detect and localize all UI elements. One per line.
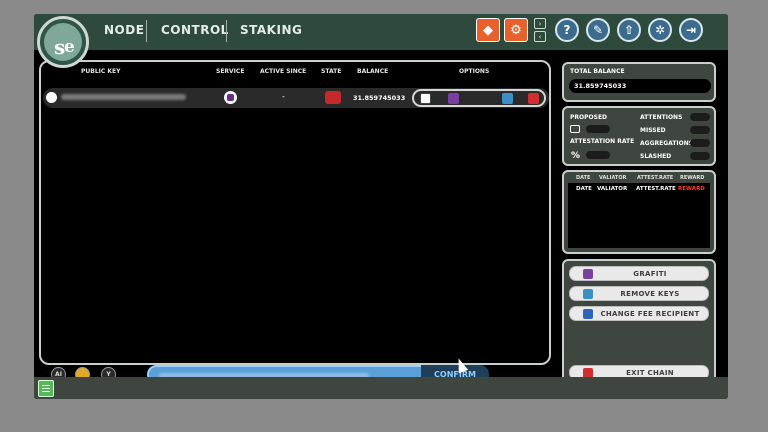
document-icon[interactable] (38, 380, 54, 397)
copy-icon[interactable] (420, 93, 431, 104)
total-balance-panel: TOTAL BALANCE 31.859745033 (562, 62, 716, 102)
exit-chain-label: EXIT CHAIN (626, 369, 674, 377)
stereum-logo[interactable]: s e (37, 16, 89, 68)
missed-value (690, 126, 710, 134)
attestation-rate-label: ATTESTATION RATE (570, 138, 635, 145)
total-balance-value: 31.859745033 (569, 79, 711, 93)
col-state: STATE (321, 68, 342, 75)
exit-chain-icon[interactable] (528, 93, 539, 104)
validator-table-panel: PUBLIC KEY SERVICE ACTIVE SINCE STATE BA… (39, 60, 551, 384)
rewards-col-reward: REWARD (680, 175, 705, 181)
balance-value: 31.859745033 (353, 94, 406, 102)
service-icon (224, 91, 237, 104)
bottom-bar (34, 377, 728, 399)
public-key-value (61, 94, 186, 100)
grafiti-label: GRAFITI (633, 270, 667, 278)
rewards-cell-reward: REWARD (678, 186, 705, 192)
missed-label: MISSED (640, 127, 666, 134)
remove-key-icon[interactable] (502, 93, 513, 104)
chevron-up-icon[interactable]: › (534, 18, 546, 29)
grafiti-icon (583, 269, 593, 279)
grafana-icon[interactable]: ◆ (476, 18, 500, 42)
help-icon[interactable]: ? (555, 18, 579, 42)
attentions-label: ATTENTIONS (640, 114, 683, 121)
col-service: SERVICE (216, 68, 245, 75)
options-group (412, 89, 546, 107)
logs-icon[interactable]: ✎ (586, 18, 610, 42)
col-public-key: PUBLIC KEY (81, 68, 121, 75)
total-balance-label: TOTAL BALANCE (570, 68, 625, 75)
rewards-cell-attest-rate: ATTEST.RATE (636, 186, 676, 192)
nav-control[interactable]: CONTROL (161, 23, 229, 37)
logo-letter-e: e (64, 37, 75, 57)
upload-icon[interactable]: ⇧ (617, 18, 641, 42)
rewards-table: DATE VALIATOR ATTEST.RATE REWARD (568, 183, 710, 248)
grafiti-icon[interactable] (448, 93, 459, 104)
actions-panel: GRAFITI REMOVE KEYS CHANGE FEE RECIPIENT… (562, 259, 716, 387)
table-row[interactable]: - 31.859745033 (43, 88, 549, 108)
col-balance: BALANCE (357, 68, 389, 75)
settings-icon[interactable]: ✲ (648, 18, 672, 42)
nav-divider (226, 20, 227, 42)
nav-node[interactable]: NODE (104, 23, 144, 37)
slashed-label: SLASHED (640, 153, 672, 160)
change-fee-recipient-button[interactable]: CHANGE FEE RECIPIENT (569, 306, 709, 321)
proposed-label: PROPOSED (570, 114, 608, 121)
aggregations-label: AGGREGATIONS (640, 140, 694, 147)
fee-recipient-icon (583, 309, 593, 319)
rewards-panel: DATE VALIATOR ATTEST.RATE REWARD DATE VA… (562, 170, 716, 254)
active-since-value: - (282, 92, 285, 101)
grafiti-button[interactable]: GRAFITI (569, 266, 709, 281)
change-fee-recipient-label: CHANGE FEE RECIPIENT (600, 310, 700, 318)
aggregations-value (690, 139, 710, 147)
app-window: s e NODE CONTROL STAKING ◆ ⚙ › ‹ ? ✎ ⇧ ✲… (34, 14, 728, 399)
col-options: OPTIONS (459, 68, 490, 75)
remove-keys-label: REMOVE KEYS (620, 290, 680, 298)
remove-keys-icon (583, 289, 593, 299)
percent-icon: % (571, 151, 581, 161)
network-icon[interactable]: ⚙ (504, 18, 528, 42)
rewards-col-validator: VALIATOR (599, 175, 627, 181)
nav-staking[interactable]: STAKING (240, 23, 302, 37)
logout-icon[interactable]: ⇥ (679, 18, 703, 42)
chevron-down-icon[interactable]: ‹ (534, 31, 546, 42)
proposed-value (586, 125, 610, 133)
attentions-value (690, 113, 710, 121)
header-bar: s e NODE CONTROL STAKING ◆ ⚙ › ‹ ? ✎ ⇧ ✲… (34, 14, 728, 68)
rewards-col-attest-rate: ATTEST.RATE (637, 175, 674, 181)
rewards-col-date: DATE (576, 175, 591, 181)
stats-panel: PROPOSED ATTESTATION RATE % ATTENTIONS M… (562, 106, 716, 166)
state-icon (325, 91, 341, 104)
nav-divider (146, 20, 147, 42)
row-select-radio[interactable] (46, 92, 57, 103)
rewards-cell-date: DATE (576, 186, 592, 192)
remove-keys-button[interactable]: REMOVE KEYS (569, 286, 709, 301)
attestation-rate-value (586, 151, 610, 159)
logo-inner: s e (44, 23, 82, 61)
rewards-cell-validator: VALIATOR (597, 186, 628, 192)
slashed-value (690, 152, 710, 160)
col-active-since: ACTIVE SINCE (260, 68, 307, 75)
cube-icon (570, 125, 580, 133)
